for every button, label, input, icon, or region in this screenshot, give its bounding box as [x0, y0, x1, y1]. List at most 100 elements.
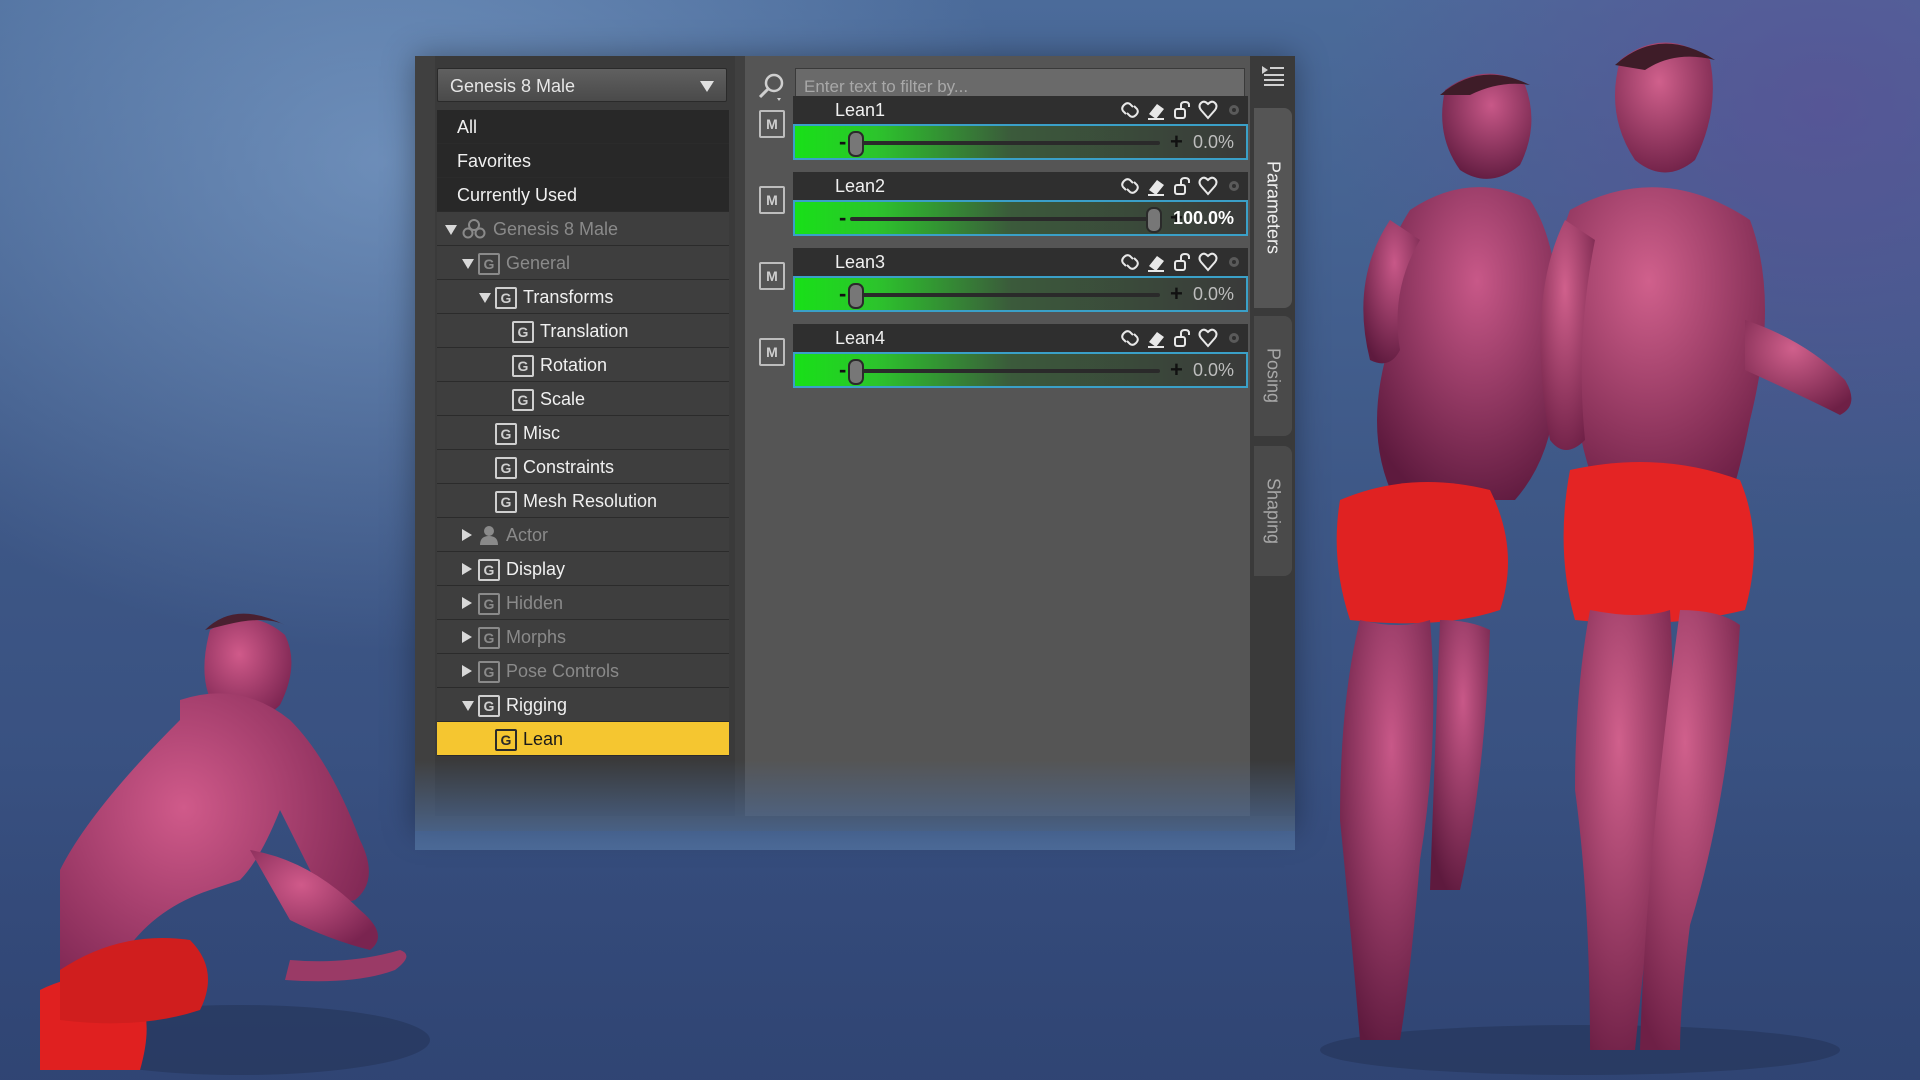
- gear-icon[interactable]: [1224, 252, 1244, 272]
- parameter-value[interactable]: 100.0%: [1173, 202, 1234, 234]
- tree-item-currently-used[interactable]: Currently Used: [437, 178, 729, 212]
- tree-item-lean[interactable]: G Lean: [437, 722, 729, 756]
- slider-track[interactable]: [850, 217, 1160, 221]
- actor-icon: [480, 526, 498, 545]
- collapse-arrow-icon[interactable]: [462, 597, 472, 609]
- tree-item-label: Scale: [540, 389, 586, 409]
- tab-shaping[interactable]: Shaping: [1254, 446, 1292, 576]
- favorite-heart-icon[interactable]: [1198, 252, 1218, 272]
- gear-icon[interactable]: [1224, 176, 1244, 196]
- tree-item-favorites[interactable]: Favorites: [437, 144, 729, 178]
- parameter-lean3: M Lean3 - + 0.0%: [753, 248, 1248, 314]
- slider-knob[interactable]: [1146, 207, 1162, 233]
- decrement-button[interactable]: -: [839, 278, 846, 310]
- parameters-pane: Genesis 8 Male All Favorites Currently U…: [415, 56, 1295, 831]
- slider-track[interactable]: [850, 141, 1160, 145]
- decrement-button[interactable]: -: [839, 126, 846, 158]
- collapse-arrow-icon[interactable]: [462, 563, 472, 575]
- increment-button[interactable]: +: [1170, 126, 1183, 158]
- tree-item-constraints[interactable]: G Constraints: [437, 450, 729, 484]
- parameter-value[interactable]: 0.0%: [1193, 126, 1234, 158]
- tab-posing[interactable]: Posing: [1254, 316, 1292, 436]
- expand-arrow-icon[interactable]: [445, 225, 457, 235]
- gear-icon[interactable]: [1224, 100, 1244, 120]
- parameter-icons: [1120, 100, 1244, 122]
- collapse-arrow-icon[interactable]: [462, 665, 472, 677]
- collapse-arrow-icon[interactable]: [462, 631, 472, 643]
- tree-item-rotation[interactable]: G Rotation: [437, 348, 729, 382]
- slider-knob[interactable]: [848, 283, 864, 309]
- tree-item-misc[interactable]: G Misc: [437, 416, 729, 450]
- tree-item-translation[interactable]: G Translation: [437, 314, 729, 348]
- tree-item-pose-controls[interactable]: G Pose Controls: [437, 654, 729, 688]
- tree-item-general[interactable]: G General: [437, 246, 729, 280]
- parameter-slider[interactable]: - + 0.0%: [793, 352, 1248, 388]
- parameter-lean2: M Lean2 - + 100.0%: [753, 172, 1248, 238]
- parameter-slider[interactable]: - + 0.0%: [793, 276, 1248, 312]
- favorite-heart-icon[interactable]: [1198, 176, 1218, 196]
- dropdown-arrow-icon[interactable]: [700, 81, 714, 92]
- parameter-icons: [1120, 328, 1244, 350]
- expand-arrow-icon[interactable]: [462, 701, 474, 711]
- link-icon[interactable]: [1120, 176, 1140, 196]
- parameter-name-bar: Lean3: [793, 248, 1248, 276]
- tree-item-label: Hidden: [506, 593, 564, 613]
- tab-label: Posing: [1263, 348, 1284, 404]
- property-group-icon: G: [478, 253, 500, 275]
- slider-track[interactable]: [850, 293, 1160, 297]
- parameter-slider[interactable]: - + 100.0%: [793, 200, 1248, 236]
- tree-item-morphs[interactable]: G Morphs: [437, 620, 729, 654]
- link-icon[interactable]: [1120, 328, 1140, 348]
- parameter-name-bar: Lean1: [793, 96, 1248, 124]
- tree-item-actor[interactable]: Actor: [437, 518, 729, 552]
- collapse-arrow-icon[interactable]: [462, 529, 472, 541]
- eraser-icon[interactable]: [1146, 252, 1166, 272]
- increment-button[interactable]: +: [1170, 354, 1183, 386]
- parameter-slider[interactable]: - + 0.0%: [793, 124, 1248, 160]
- favorite-heart-icon[interactable]: [1198, 328, 1218, 348]
- morph-badge-icon: M: [759, 186, 785, 214]
- lock-icon[interactable]: [1172, 252, 1192, 272]
- lock-icon[interactable]: [1172, 176, 1192, 196]
- slider-knob[interactable]: [848, 359, 864, 385]
- favorite-heart-icon[interactable]: [1198, 100, 1218, 120]
- tree-item-label: Favorites: [457, 151, 532, 171]
- morph-badge-icon: M: [759, 262, 785, 290]
- pane-menu-icon[interactable]: [1260, 64, 1286, 88]
- parameter-name-bar: Lean2: [793, 172, 1248, 200]
- gear-icon[interactable]: [1224, 328, 1244, 348]
- filter-placeholder: Enter text to filter by...: [804, 77, 969, 96]
- decrement-button[interactable]: -: [839, 354, 846, 386]
- tree-item-all[interactable]: All: [437, 110, 729, 144]
- lock-icon[interactable]: [1172, 100, 1192, 120]
- tree-item-transforms[interactable]: G Transforms: [437, 280, 729, 314]
- eraser-icon[interactable]: [1146, 176, 1166, 196]
- eraser-icon[interactable]: [1146, 328, 1166, 348]
- standing-figures-image: [1320, 42, 1852, 1075]
- eraser-icon[interactable]: [1146, 100, 1166, 120]
- tab-label: Parameters: [1263, 161, 1284, 255]
- expand-arrow-icon[interactable]: [479, 293, 491, 303]
- tree-item-rigging[interactable]: G Rigging: [437, 688, 729, 722]
- crouching-figure-image: [40, 613, 430, 1075]
- link-icon[interactable]: [1120, 100, 1140, 120]
- link-icon[interactable]: [1120, 252, 1140, 272]
- slider-track[interactable]: [850, 369, 1160, 373]
- tree-item-genesis-8-male[interactable]: Genesis 8 Male: [437, 212, 729, 246]
- tab-parameters[interactable]: Parameters: [1254, 108, 1292, 308]
- tree-item-hidden[interactable]: G Hidden: [437, 586, 729, 620]
- property-group-icon: G: [495, 287, 517, 309]
- parameter-value[interactable]: 0.0%: [1193, 354, 1234, 386]
- tree-item-label: General: [506, 253, 571, 273]
- tree-item-label: Constraints: [523, 457, 615, 477]
- tree-item-display[interactable]: G Display: [437, 552, 729, 586]
- tree-item-mesh-resolution[interactable]: G Mesh Resolution: [437, 484, 729, 518]
- figure-selector-dropdown[interactable]: Genesis 8 Male: [437, 68, 727, 102]
- slider-knob[interactable]: [848, 131, 864, 157]
- tree-item-scale[interactable]: G Scale: [437, 382, 729, 416]
- expand-arrow-icon[interactable]: [462, 259, 474, 269]
- lock-icon[interactable]: [1172, 328, 1192, 348]
- decrement-button[interactable]: -: [839, 202, 846, 234]
- increment-button[interactable]: +: [1170, 278, 1183, 310]
- parameter-value[interactable]: 0.0%: [1193, 278, 1234, 310]
